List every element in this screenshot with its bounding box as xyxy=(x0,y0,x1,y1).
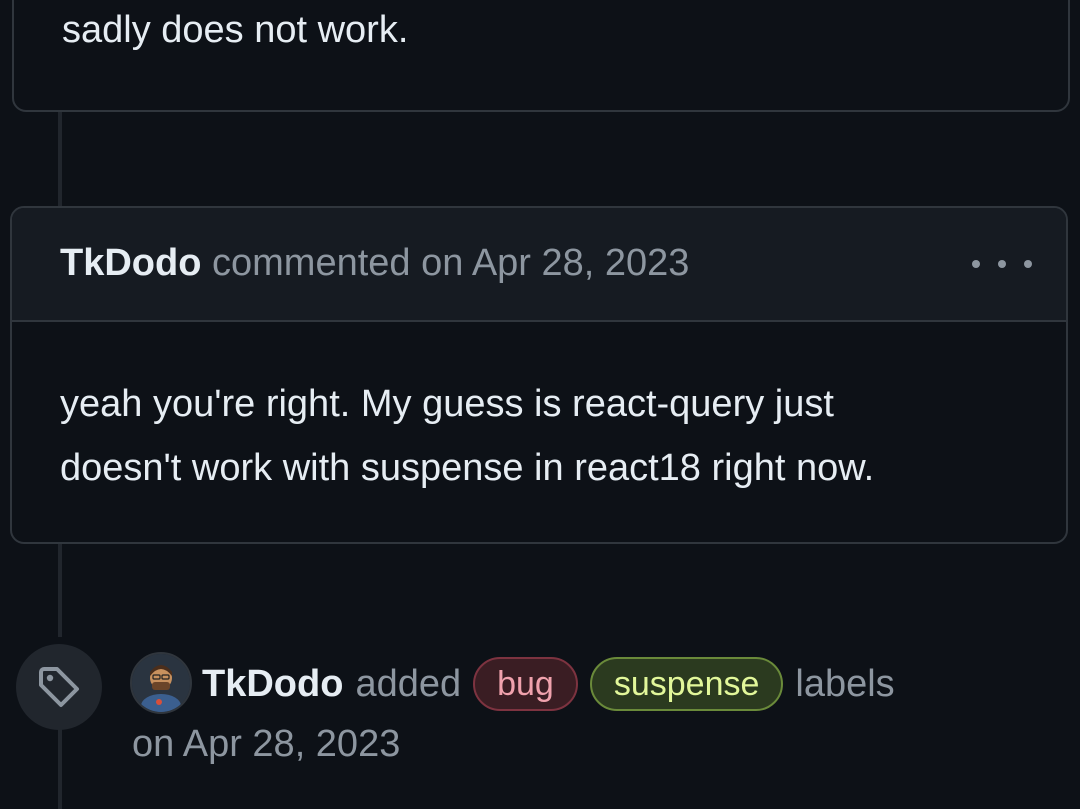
comment-header-text: TkDodo commented on Apr 28, 2023 xyxy=(60,239,689,287)
comment-header: TkDodo commented on Apr 28, 2023 xyxy=(12,208,1066,322)
comment-card: TkDodo commented on Apr 28, 2023 yeah yo… xyxy=(10,206,1068,544)
previous-comment-body: sadly does not work. xyxy=(62,9,409,51)
timeline-connector xyxy=(58,110,62,210)
event-timestamp[interactable]: on Apr 28, 2023 xyxy=(132,720,400,768)
timeline-connector xyxy=(58,542,62,637)
tag-icon xyxy=(39,667,79,707)
kebab-horizontal-icon[interactable] xyxy=(972,246,1032,282)
kebab-dot xyxy=(998,260,1006,268)
kebab-dot xyxy=(1024,260,1032,268)
avatar-image xyxy=(132,654,190,712)
event-actor-link[interactable]: TkDodo xyxy=(202,663,343,706)
comment-body-line: yeah you're right. My guess is react-que… xyxy=(60,383,834,425)
comment-body: yeah you're right. My guess is react-que… xyxy=(60,372,1018,500)
issue-timeline: sadly does not work. TkDodo commented on… xyxy=(0,0,1080,809)
tag-badge xyxy=(16,644,102,730)
comment-body-line: doesn't work with suspense in react18 ri… xyxy=(60,447,875,489)
label-event: TkDodo added bug suspense labels on Apr … xyxy=(0,640,1080,809)
avatar[interactable] xyxy=(130,652,192,714)
label-bug[interactable]: bug xyxy=(473,657,578,711)
comment-timestamp[interactable]: commented on Apr 28, 2023 xyxy=(212,242,689,284)
kebab-dot xyxy=(972,260,980,268)
previous-comment-card: sadly does not work. xyxy=(12,0,1070,112)
label-suspense[interactable]: suspense xyxy=(589,657,784,711)
event-verb: added xyxy=(355,662,462,705)
event-suffix: labels xyxy=(795,662,895,705)
label-event-summary: TkDodo added bug suspense labels xyxy=(202,656,895,712)
comment-author-link[interactable]: TkDodo xyxy=(60,242,201,284)
